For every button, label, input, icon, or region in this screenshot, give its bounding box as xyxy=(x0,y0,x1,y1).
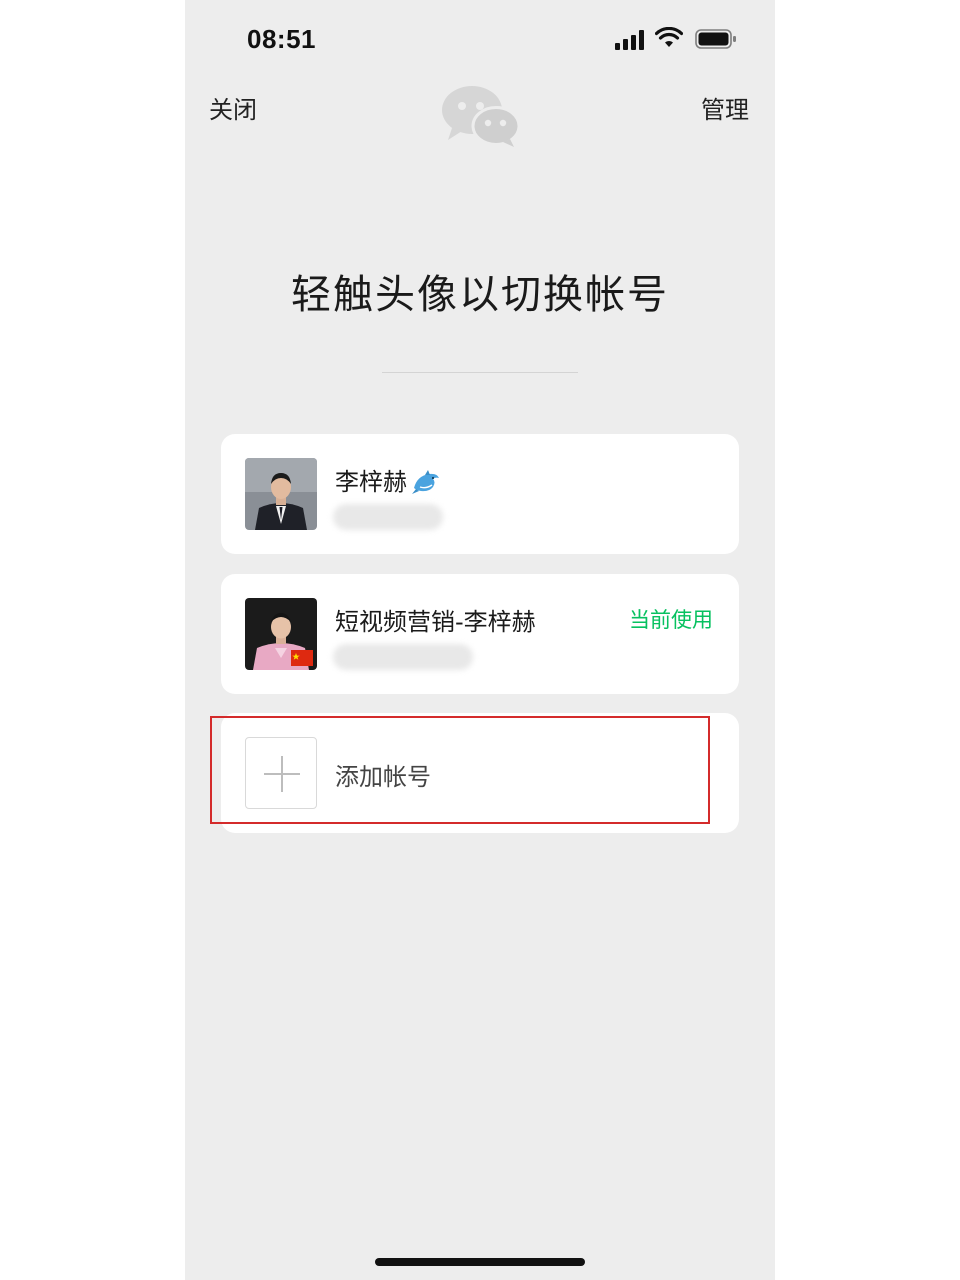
account-id-obscured xyxy=(333,504,443,530)
home-indicator xyxy=(375,1258,585,1266)
current-account-badge: 当前使用 xyxy=(629,608,713,632)
signal-icon xyxy=(615,30,644,50)
wechat-logo-icon xyxy=(442,86,520,147)
manage-button[interactable]: 管理 xyxy=(701,90,749,125)
battery-icon xyxy=(695,29,736,49)
account-name-text: 李梓赫 xyxy=(335,468,407,496)
avatar[interactable] xyxy=(245,598,317,670)
account-id-obscured xyxy=(333,644,473,670)
wifi-icon xyxy=(655,27,683,47)
account-name: 短视频营销-李梓赫 xyxy=(335,608,536,636)
status-bar: 08:51 xyxy=(185,0,775,80)
account-card-1[interactable]: 李梓赫 xyxy=(221,434,739,554)
close-button[interactable]: 关闭 xyxy=(209,90,257,125)
top-nav: 关闭 管理 xyxy=(185,80,775,150)
phone-screen: 08:51 关闭 管理 轻触头像以切换帐号 李梓赫 短视频营销-李梓赫 当前使用… xyxy=(185,0,775,1280)
status-time: 08:51 xyxy=(247,24,316,54)
account-card-2[interactable]: 短视频营销-李梓赫 当前使用 xyxy=(221,574,739,694)
title-divider xyxy=(382,372,578,373)
highlight-annotation xyxy=(210,716,710,824)
account-name: 李梓赫 xyxy=(335,462,441,498)
avatar[interactable] xyxy=(245,458,317,530)
dolphin-icon xyxy=(412,470,439,494)
page-title: 轻触头像以切换帐号 xyxy=(291,272,669,318)
